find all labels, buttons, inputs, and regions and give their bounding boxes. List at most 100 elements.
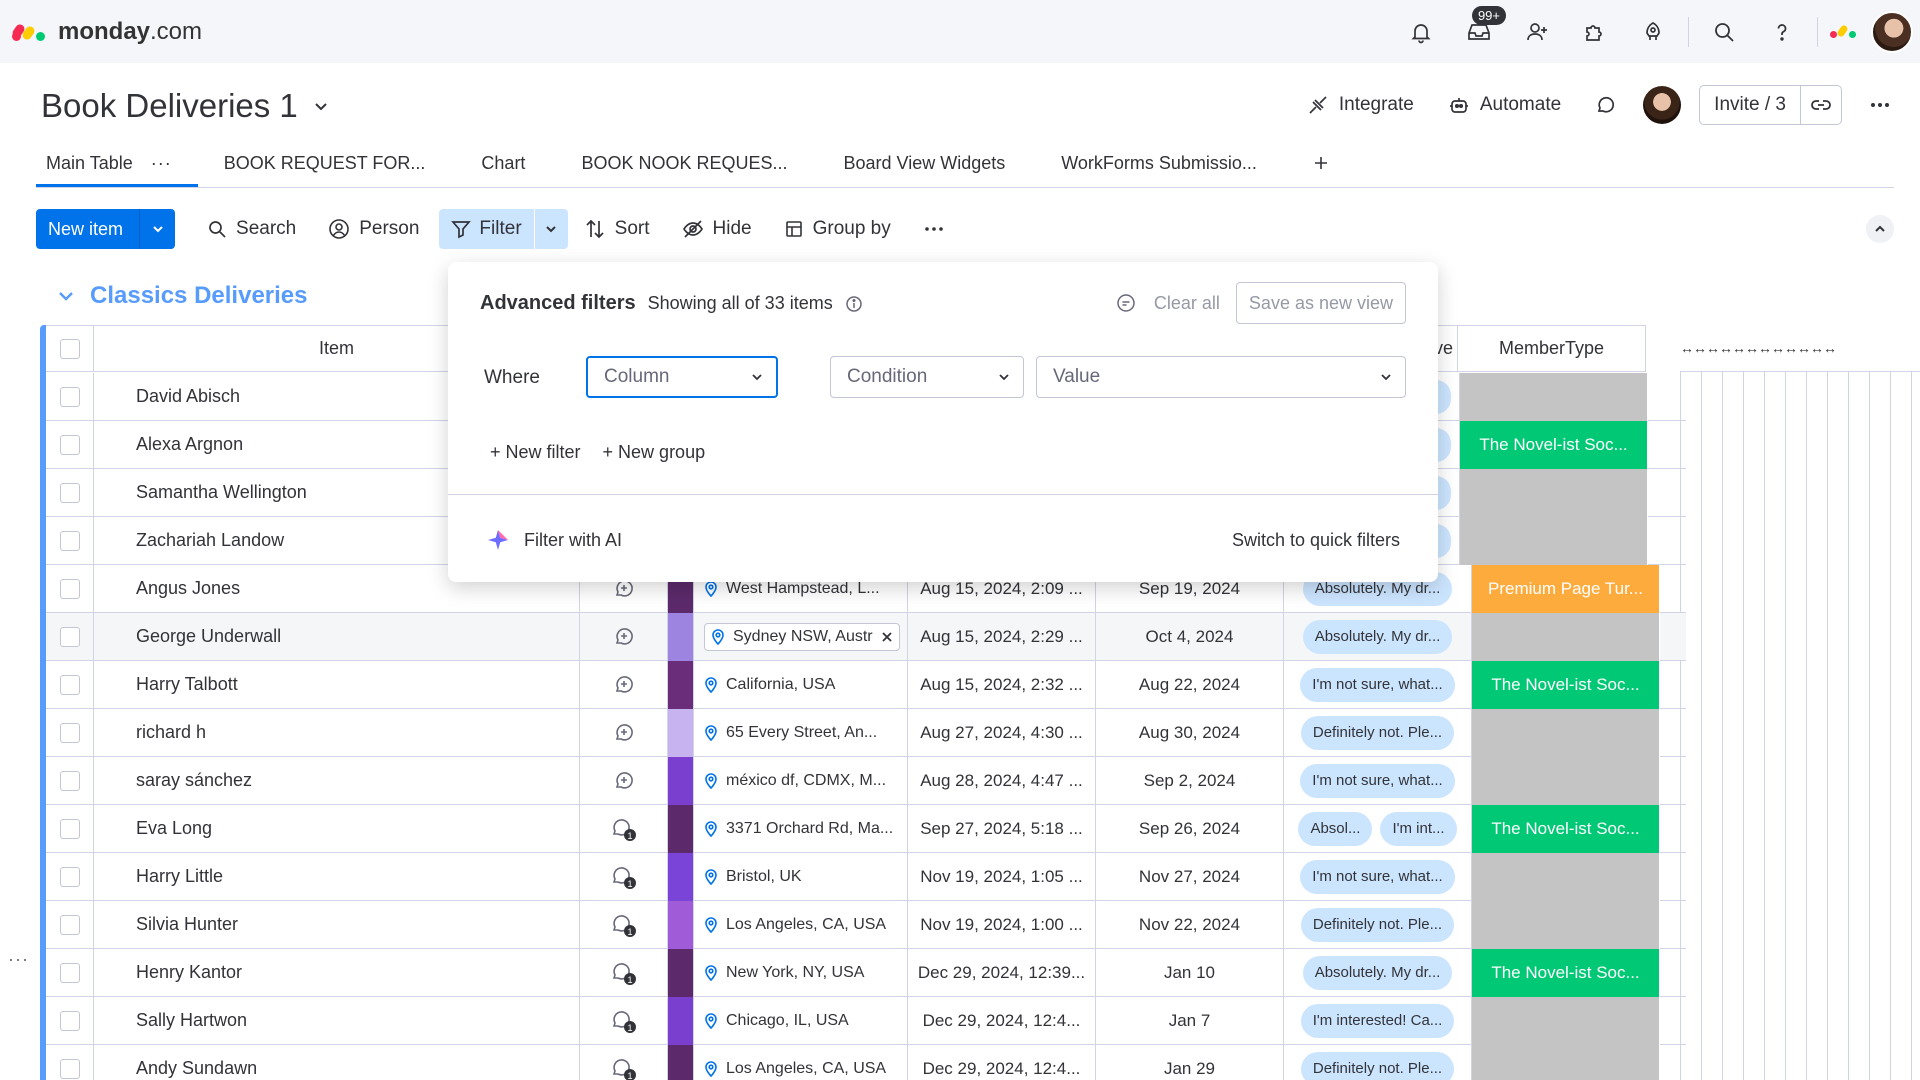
integrate-button[interactable]: Integrate xyxy=(1299,88,1422,122)
new-group-button[interactable]: + New group xyxy=(603,442,706,463)
row-checkbox[interactable] xyxy=(59,770,80,791)
group-header[interactable]: Classics Deliveries xyxy=(56,282,308,310)
user-avatar-button[interactable] xyxy=(1864,0,1920,63)
delivery-date-cell[interactable]: Aug 30, 2024 xyxy=(1096,708,1284,757)
response-cell[interactable]: Definitely not. Ple... xyxy=(1284,1044,1472,1080)
info-icon[interactable] xyxy=(845,295,863,313)
response-cell[interactable]: Absolutely. My dr... xyxy=(1284,612,1472,661)
row-checkbox[interactable] xyxy=(59,482,80,503)
row-checkbox[interactable] xyxy=(59,914,80,935)
updates-cell[interactable]: 1 xyxy=(580,804,668,853)
board-more-button[interactable] xyxy=(1860,87,1900,123)
apps-button[interactable] xyxy=(1566,0,1624,63)
location-cell[interactable]: Sydney NSW, Austr xyxy=(694,612,908,661)
updates-cell[interactable]: 1 xyxy=(580,852,668,901)
condition-select[interactable]: Condition xyxy=(830,356,1024,398)
workspace-switcher[interactable] xyxy=(1824,0,1864,63)
created-date-cell[interactable]: Dec 29, 2024, 12:4... xyxy=(908,996,1096,1045)
updates-cell[interactable]: 1 xyxy=(580,996,668,1045)
membertype-cell[interactable]: The Novel-ist Soc... xyxy=(1472,804,1660,853)
table-row[interactable]: Eva Long 1 3371 Orchard Rd, Ma... Sep 27, 2… xyxy=(46,804,1686,853)
item-name-cell[interactable]: richard h xyxy=(94,708,580,757)
response-cell[interactable]: Absolutely. My dr... xyxy=(1284,948,1472,997)
tab-board-view-widgets[interactable]: Board View Widgets xyxy=(813,139,1035,187)
tab-main-table[interactable]: Main Table ··· xyxy=(36,139,198,187)
created-date-cell[interactable]: Dec 29, 2024, 12:4... xyxy=(908,1044,1096,1080)
row-checkbox[interactable] xyxy=(59,386,80,407)
notifications-button[interactable] xyxy=(1392,0,1450,63)
item-name-cell[interactable]: Harry Talbott xyxy=(94,660,580,709)
table-row[interactable]: Henry Kantor 1 New York, NY, USA Dec 29, 20… xyxy=(46,948,1686,997)
row-checkbox[interactable] xyxy=(59,818,80,839)
templates-button[interactable] xyxy=(1624,0,1682,63)
group-title[interactable]: Classics Deliveries xyxy=(90,282,308,310)
table-row[interactable]: Andy Sundawn 1 Los Angeles, CA, USA Dec 29,… xyxy=(46,1044,1686,1080)
membertype-cell[interactable] xyxy=(1472,1044,1660,1080)
item-name-cell[interactable]: Silvia Hunter xyxy=(94,900,580,949)
inbox-button[interactable]: 99+ xyxy=(1450,0,1508,63)
membertype-cell[interactable] xyxy=(1472,852,1660,901)
monday-logo[interactable]: monday.com xyxy=(10,18,202,46)
row-checkbox[interactable] xyxy=(59,434,80,455)
item-name-cell[interactable]: Eva Long xyxy=(94,804,580,853)
membertype-cell[interactable] xyxy=(1472,708,1660,757)
table-row[interactable]: George Underwall Sydney NSW, Austr Aug 15,… xyxy=(46,612,1686,661)
row-checkbox[interactable] xyxy=(59,866,80,887)
invite-members-button[interactable] xyxy=(1508,0,1566,63)
toolbar-more-button[interactable] xyxy=(907,209,961,249)
invite-button[interactable]: Invite / 3 xyxy=(1700,86,1801,124)
membertype-cell[interactable] xyxy=(1472,996,1660,1045)
membertype-cell[interactable] xyxy=(1472,900,1660,949)
response-cell[interactable]: I'm interested! Ca... xyxy=(1284,996,1472,1045)
automate-button[interactable]: Automate xyxy=(1440,88,1569,122)
board-owner-avatar[interactable] xyxy=(1643,86,1682,124)
delivery-date-cell[interactable]: Aug 22, 2024 xyxy=(1096,660,1284,709)
row-checkbox[interactable] xyxy=(59,1010,80,1031)
response-cell[interactable]: Definitely not. Ple... xyxy=(1284,900,1472,949)
created-date-cell[interactable]: Aug 27, 2024, 4:30 ... xyxy=(908,708,1096,757)
row-checkbox[interactable] xyxy=(59,626,80,647)
select-all-checkbox[interactable] xyxy=(59,338,80,359)
tab-book-nook-request[interactable]: BOOK NOOK REQUES... xyxy=(555,139,813,187)
membertype-cell[interactable]: The Novel-ist Soc... xyxy=(1472,660,1660,709)
location-cell[interactable]: 3371 Orchard Rd, Ma... xyxy=(694,804,908,853)
item-name-cell[interactable]: Henry Kantor xyxy=(94,948,580,997)
delivery-date-cell[interactable]: Nov 22, 2024 xyxy=(1096,900,1284,949)
tab-book-request-form[interactable]: BOOK REQUEST FOR... xyxy=(198,139,452,187)
membertype-cell[interactable]: Premium Page Tur... xyxy=(1472,564,1660,613)
table-row[interactable]: Sally Hartwon 1 Chicago, IL, USA Dec 29, 20… xyxy=(46,996,1686,1045)
collapse-header-button[interactable] xyxy=(1866,215,1894,243)
location-cell[interactable]: méxico df, CDMX, M... xyxy=(694,756,908,805)
row-checkbox[interactable] xyxy=(59,962,80,983)
created-date-cell[interactable]: Nov 19, 2024, 1:05 ... xyxy=(908,852,1096,901)
membertype-cell[interactable] xyxy=(1460,516,1648,565)
save-as-new-view-button[interactable]: Save as new view xyxy=(1235,282,1406,324)
updates-cell[interactable]: 1 xyxy=(580,1044,668,1080)
filter-with-ai-button[interactable]: Filter with AI xyxy=(486,528,622,552)
table-row[interactable]: Harry Talbott California, USA Aug 15, 2024… xyxy=(46,660,1686,709)
feedback-icon[interactable] xyxy=(1116,293,1136,313)
hide-button[interactable]: Hide xyxy=(666,209,768,249)
row-checkbox[interactable] xyxy=(59,722,80,743)
location-cell[interactable]: Los Angeles, CA, USA xyxy=(694,900,908,949)
col-header-membertype[interactable]: MemberType xyxy=(1458,325,1646,372)
column-select[interactable]: Column xyxy=(586,356,778,398)
response-cell[interactable]: I'm not sure, what... xyxy=(1284,756,1472,805)
table-row[interactable]: Harry Little 1 Bristol, UK Nov 19, 2024, 1:… xyxy=(46,852,1686,901)
updates-cell[interactable] xyxy=(580,612,668,661)
delivery-date-cell[interactable]: Oct 4, 2024 xyxy=(1096,612,1284,661)
created-date-cell[interactable]: Aug 28, 2024, 4:47 ... xyxy=(908,756,1096,805)
updates-cell[interactable] xyxy=(580,660,668,709)
table-row[interactable]: richard h 65 Every Street, An... Aug 27, 2… xyxy=(46,708,1686,757)
table-row[interactable]: saray sánchez méxico df, CDMX, M... Aug 28… xyxy=(46,756,1686,805)
created-date-cell[interactable]: Dec 29, 2024, 12:39... xyxy=(908,948,1096,997)
search-button[interactable]: Search xyxy=(191,209,312,249)
row-checkbox[interactable] xyxy=(59,1058,80,1079)
delivery-date-cell[interactable]: Jan 29 xyxy=(1096,1044,1284,1080)
response-cell[interactable]: I'm not sure, what... xyxy=(1284,660,1472,709)
delivery-date-cell[interactable]: Nov 27, 2024 xyxy=(1096,852,1284,901)
table-row[interactable]: Silvia Hunter 1 Los Angeles, CA, USA Nov 19… xyxy=(46,900,1686,949)
close-icon[interactable] xyxy=(881,631,893,643)
add-view-button[interactable] xyxy=(1283,139,1359,187)
person-filter-button[interactable]: Person xyxy=(312,209,435,249)
